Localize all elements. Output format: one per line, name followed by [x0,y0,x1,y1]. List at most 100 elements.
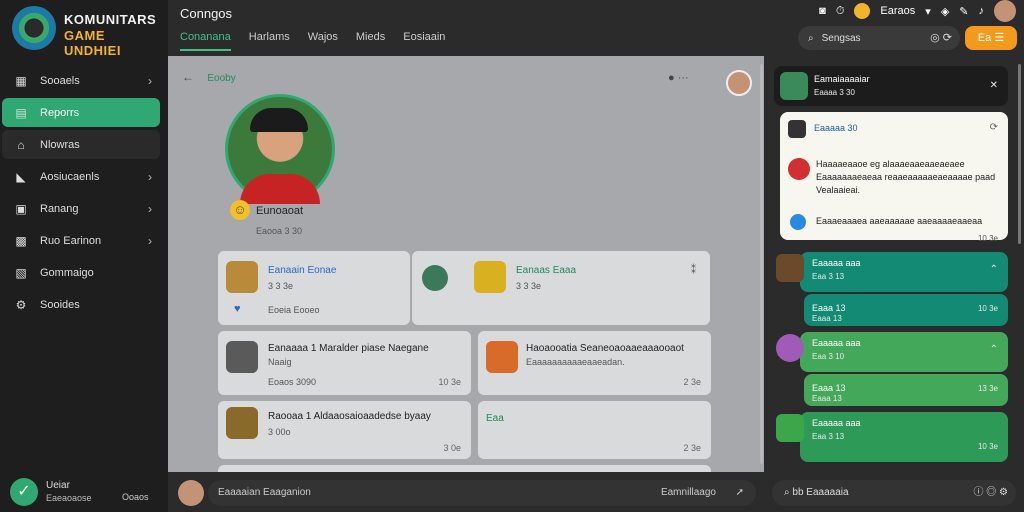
search-icon: ⌕ [784,487,790,498]
more-options-icon[interactable]: ● ··· [668,72,689,84]
feed-search-input[interactable]: bb Eaaaaaia [792,487,848,498]
post-card-0[interactable]: Eanaain Eonae 3 3 3e Eoeia Eooeo ♥ [218,251,410,325]
tab-2[interactable]: Wajos [308,31,338,51]
avatar[interactable] [726,70,752,96]
main-panel: ← Eooby ● ··· ☺ Eunoaoat Eaooa 3 30 Eana… [168,56,764,472]
compose-option[interactable]: Eamnillaago [661,480,716,506]
tab-0[interactable]: Conanana [180,31,231,51]
sidebar-item-label: Sooides [40,298,80,311]
search-input[interactable]: Sengsas [822,33,861,44]
card-sub: Eoeia Eooeo [268,305,320,315]
post-card-4[interactable]: Raooaa 1 Aldaaosaioaadedse byaay 3 00o 3… [218,401,471,459]
footer-extra: Ooaos [122,492,149,502]
check-icon: ✓ [10,478,38,506]
ranking-icon: ▣ [15,201,27,216]
sidebar-item-label: Ranang [40,202,79,215]
trend-icon[interactable]: ⌃ [990,344,998,355]
back-arrow-icon[interactable]: ← [182,70,194,84]
feed-scrollbar[interactable] [1018,64,1021,244]
chevron-right-icon: › [148,233,152,248]
action-button[interactable]: Ea ☰ [965,26,1017,50]
feed-search[interactable]: ⌕ bb Eaaaaaia ⓘ ◎ ⚙ [772,480,1016,506]
sidebar-item-label: Reporrs [40,106,80,119]
compose-input[interactable]: Eaaaaian Eaaganion Eamnillaago ➚ [208,480,756,506]
timer-icon[interactable]: ⏱ [836,5,845,18]
tab-3[interactable]: Mieds [356,31,385,51]
feed-item-title: Eaaaaa aaa [812,258,861,268]
more-icon[interactable]: ⁑ [691,265,696,276]
feed-item-title: Eaaa 13 [812,383,846,393]
edit-icon[interactable]: ✎ [959,5,968,18]
sidebar-item-0[interactable]: ▦ Sooaels › [2,66,160,95]
notification-popup[interactable]: Eaaaaa 30 ⟳ Haaaaeaaoe eg alaaaeaaeaaeae… [780,112,1008,243]
sidebar-item-4[interactable]: ▣ Ranang › [2,194,160,223]
feed-item-4[interactable]: Eaaaaa aaa Eaa 3 13 10 3e [800,412,1008,462]
feed-item-3[interactable]: Eaaa 13 Eaaa 13 13 3e [804,374,1008,406]
feed-item-time: 10 3e [977,442,998,451]
feed-header-card[interactable]: Eamaiaaaaiar Eaaaa 3 30 ✕ [774,66,1008,106]
game-thumbnail [776,414,804,442]
search-box[interactable]: ⌕ Sengsas ◎ ⟳ [798,26,960,50]
shield-icon[interactable]: ◈ [941,5,949,18]
brand-logo[interactable]: KOMUNITARS GAME UNDHIEI [10,4,160,58]
chevron-right-icon: › [148,73,152,88]
feed-item-1[interactable]: Eaaa 13 Eaaa 13 10 3e [804,294,1008,326]
post-card-2[interactable]: Eanaaaa 1 Maralder piase Naegane Naaig E… [218,331,471,395]
search-icon: ⌕ [808,32,814,44]
sidebar-item-7[interactable]: ⚙ Sooides [2,290,160,319]
heart-icon[interactable]: ♥ [234,303,241,315]
card-meta: 3 3 3e [268,281,294,291]
sidebar-item-label: Gommaigo [40,266,94,279]
brand-subtitle: GAME UNDHIEI [64,28,121,58]
feed-item-meta: Eaa 3 13 [812,432,845,441]
refresh-icon[interactable]: ⟳ [990,122,998,133]
sidebar-item-label: Sooaels [40,74,80,87]
sidebar-item-2[interactable]: ⌂ Nlowras [2,130,160,159]
sidebar-item-5[interactable]: ▩ Ruo Earinon › [2,226,160,255]
sidebar-item-label: Aosiucaenls [40,170,100,183]
bell-icon[interactable]: ♪ [979,5,985,17]
post-card-5[interactable]: Eaa 2 3e [478,401,711,459]
card-time: 2 3e [683,443,701,453]
sidebar-item-6[interactable]: ▧ Gommaigo [2,258,160,287]
search-options-icon[interactable]: ◎ ⟳ [930,31,952,44]
avatar[interactable] [994,0,1016,22]
send-icon[interactable]: ➚ [736,480,744,506]
feed-item-2[interactable]: Eaaaaa aaa Eaa 3 10 ⌃ [800,332,1008,372]
alert-icon [788,158,810,180]
feed-header-meta: Eaaaa 3 30 [814,88,855,97]
sidebar-item-1[interactable]: ▤ Reporrs [2,98,160,127]
main-scrollbar[interactable] [760,64,763,464]
post-card-3[interactable]: Haoaooatia Seaneoaoaaeaaaooaot Eaaaaaaaa… [478,331,711,395]
back-row[interactable]: ← Eooby [182,70,236,84]
game-thumbnail [776,254,804,282]
camera-icon[interactable]: ◙ [819,5,826,17]
sidebar-item-3[interactable]: ◣ Aosiucaenls › [2,162,160,191]
footer-status: Eaeaoaose [46,493,92,503]
user-footer[interactable]: ✓ Ueiar Eaeaoaose Ooaos [0,468,168,512]
feed-item-meta: Eaaa 13 [812,314,842,323]
cap-graphic [250,108,308,132]
feed-item-meta: Eaa 3 10 [812,352,845,361]
dropdown-icon[interactable]: ▾ [925,5,931,18]
close-icon[interactable]: ✕ [990,80,998,91]
sidebar-item-label: Ruo Earinon [40,234,102,247]
reports-icon: ▤ [15,105,27,120]
user-label[interactable]: Earaos [880,5,915,17]
post-card-1[interactable]: Eanaas Eaaa 3 3 3e ⁑ [412,251,710,325]
coin-icon [854,3,871,19]
avatar[interactable] [178,480,204,506]
tab-4[interactable]: Eosiaain [403,31,445,51]
card-title: Eanaain Eonae [268,265,337,276]
tab-1[interactable]: Harlams [249,31,290,51]
feed-header-title: Eamaiaaaaiar [814,74,870,84]
feed-search-options-icon[interactable]: ⓘ ◎ ⚙ [973,480,1008,506]
feed-item-title: Eaaa 13 [812,303,846,313]
popup-message-2: Eaaaeaaaea aaeaaaaae aaeaaaaeaaeaa [816,216,983,226]
footer-username: Ueiar [46,480,70,491]
avatar [776,334,804,362]
feed-item-0[interactable]: Eaaaaa aaa Eaa 3 13 ⌃ [800,252,1008,292]
tag-icon: ◣ [16,169,26,184]
tab-bar: Conanana Harlams Wajos Mieds Eosiaain [180,31,445,51]
trend-icon[interactable]: ⌃ [990,264,998,275]
